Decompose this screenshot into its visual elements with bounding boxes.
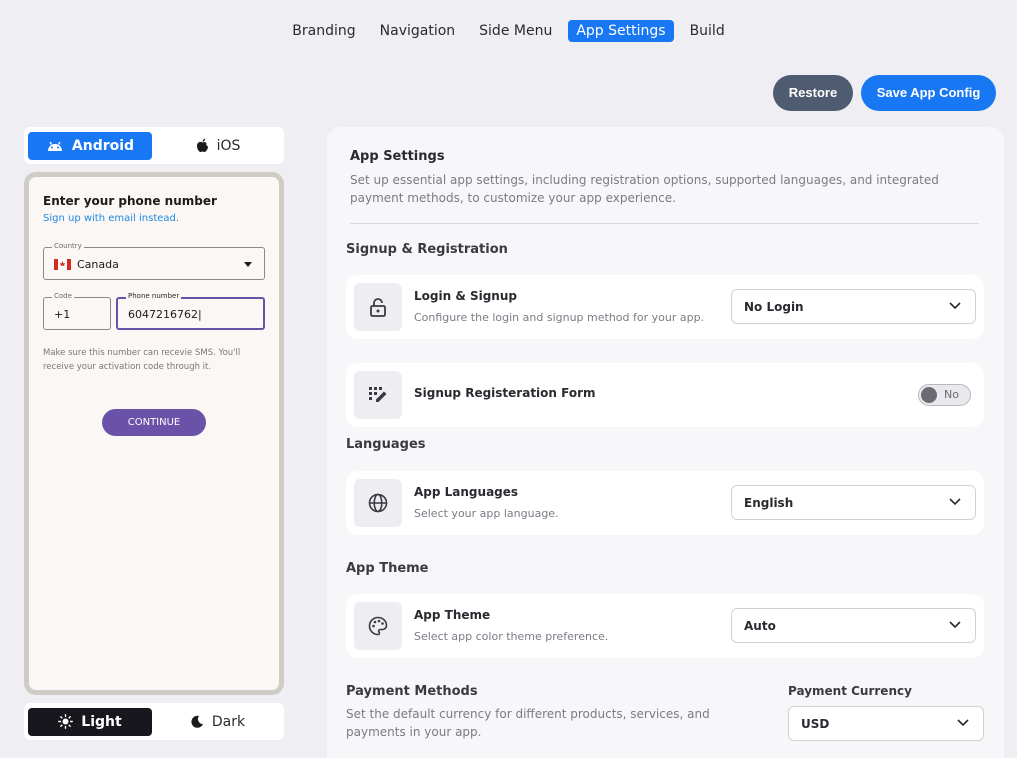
form-icon-box	[354, 371, 402, 419]
phone-number-label: Phone number	[126, 292, 182, 300]
login-signup-subtitle: Configure the login and signup method fo…	[414, 311, 705, 324]
chevron-down-icon	[957, 719, 969, 727]
app-languages-subtitle: Select your app language.	[414, 507, 559, 520]
language-value: English	[744, 496, 794, 510]
theme-section-heading: App Theme	[346, 561, 429, 576]
globe-icon-box	[354, 479, 402, 527]
theme-select[interactable]: Auto	[731, 608, 976, 643]
signup-section-heading: Signup & Registration	[346, 242, 508, 257]
android-button[interactable]: Android	[28, 131, 152, 160]
app-settings-panel: App Settings Set up essential app settin…	[327, 127, 1004, 758]
country-value: Canada	[77, 258, 119, 271]
panel-description: Set up essential app settings, including…	[350, 173, 939, 205]
phone-number-value: 6047216762|	[128, 308, 202, 321]
top-tab-bar: Branding Navigation Side Menu App Settin…	[0, 20, 1017, 42]
code-value: +1	[54, 308, 71, 321]
tab-side-menu[interactable]: Side Menu	[471, 20, 560, 42]
moon-icon	[191, 715, 203, 728]
android-label: Android	[71, 137, 135, 154]
lock-icon	[370, 298, 386, 317]
palette-icon	[368, 616, 388, 636]
light-button[interactable]: Light	[28, 707, 152, 736]
light-label: Light	[81, 713, 122, 730]
chevron-down-icon	[949, 621, 961, 629]
chevron-down-icon	[949, 498, 961, 506]
apple-icon	[196, 138, 208, 152]
save-app-config-button[interactable]: Save App Config	[861, 75, 996, 111]
dropdown-arrow-icon	[244, 262, 252, 267]
signup-form-title: Signup Registeration Form	[414, 386, 596, 400]
theme-toggle: Light Dark	[24, 703, 284, 740]
payment-description: Set the default currency for different p…	[346, 707, 710, 739]
tab-branding[interactable]: Branding	[284, 20, 363, 42]
app-languages-title: App Languages	[414, 485, 519, 499]
continue-button[interactable]: CONTINUE	[102, 409, 206, 436]
toggle-knob	[921, 387, 937, 403]
theme-value: Auto	[744, 619, 776, 633]
lock-icon-box	[354, 283, 402, 331]
login-method-value: No Login	[744, 300, 804, 314]
panel-title: App Settings	[350, 149, 445, 164]
signup-form-toggle[interactable]: No	[918, 384, 971, 406]
country-select[interactable]: Country Canada	[43, 242, 265, 280]
sms-help-text: Make sure this number can recevie SMS. Y…	[43, 348, 241, 372]
os-toggle: Android iOS	[24, 127, 284, 164]
signup-form-card: Signup Registeration Form No	[346, 363, 984, 427]
divider	[350, 223, 979, 224]
tab-build[interactable]: Build	[682, 20, 733, 42]
dark-label: Dark	[211, 713, 246, 730]
country-label: Country	[52, 242, 84, 250]
app-theme-card: App Theme Select app color theme prefere…	[346, 594, 984, 658]
login-signup-card: Login & Signup Configure the login and s…	[346, 275, 984, 339]
app-languages-card: App Languages Select your app language. …	[346, 471, 984, 535]
payment-currency-label: Payment Currency	[788, 684, 912, 698]
language-select[interactable]: English	[731, 485, 976, 520]
palette-icon-box	[354, 602, 402, 650]
phone-title: Enter your phone number	[43, 194, 217, 208]
phone-preview: Enter your phone number Sign up with ema…	[24, 172, 284, 695]
login-signup-title: Login & Signup	[414, 289, 517, 303]
canada-flag-icon	[54, 259, 71, 270]
toggle-label: No	[944, 388, 959, 401]
code-label: Code	[52, 292, 74, 300]
ios-label: iOS	[216, 137, 241, 154]
form-edit-icon	[369, 387, 387, 402]
dark-button[interactable]: Dark	[156, 708, 280, 736]
phone-number-field[interactable]: Phone number 6047216762|	[116, 292, 265, 330]
chevron-down-icon	[949, 302, 961, 310]
languages-section-heading: Languages	[346, 437, 426, 452]
payment-section-heading: Payment Methods	[346, 684, 478, 699]
android-icon	[47, 141, 62, 151]
currency-select[interactable]: USD	[788, 706, 984, 741]
tab-app-settings[interactable]: App Settings	[568, 20, 674, 42]
currency-value: USD	[801, 717, 830, 731]
login-method-select[interactable]: No Login	[731, 289, 976, 324]
code-field[interactable]: Code +1	[43, 292, 111, 330]
globe-icon	[368, 493, 388, 513]
sun-icon	[58, 714, 74, 729]
tab-navigation[interactable]: Navigation	[372, 20, 464, 42]
restore-button[interactable]: Restore	[773, 75, 853, 111]
email-signup-link[interactable]: Sign up with email instead.	[43, 213, 179, 224]
app-theme-title: App Theme	[414, 608, 491, 622]
app-theme-subtitle: Select app color theme preference.	[414, 630, 609, 643]
ios-button[interactable]: iOS	[156, 132, 280, 160]
